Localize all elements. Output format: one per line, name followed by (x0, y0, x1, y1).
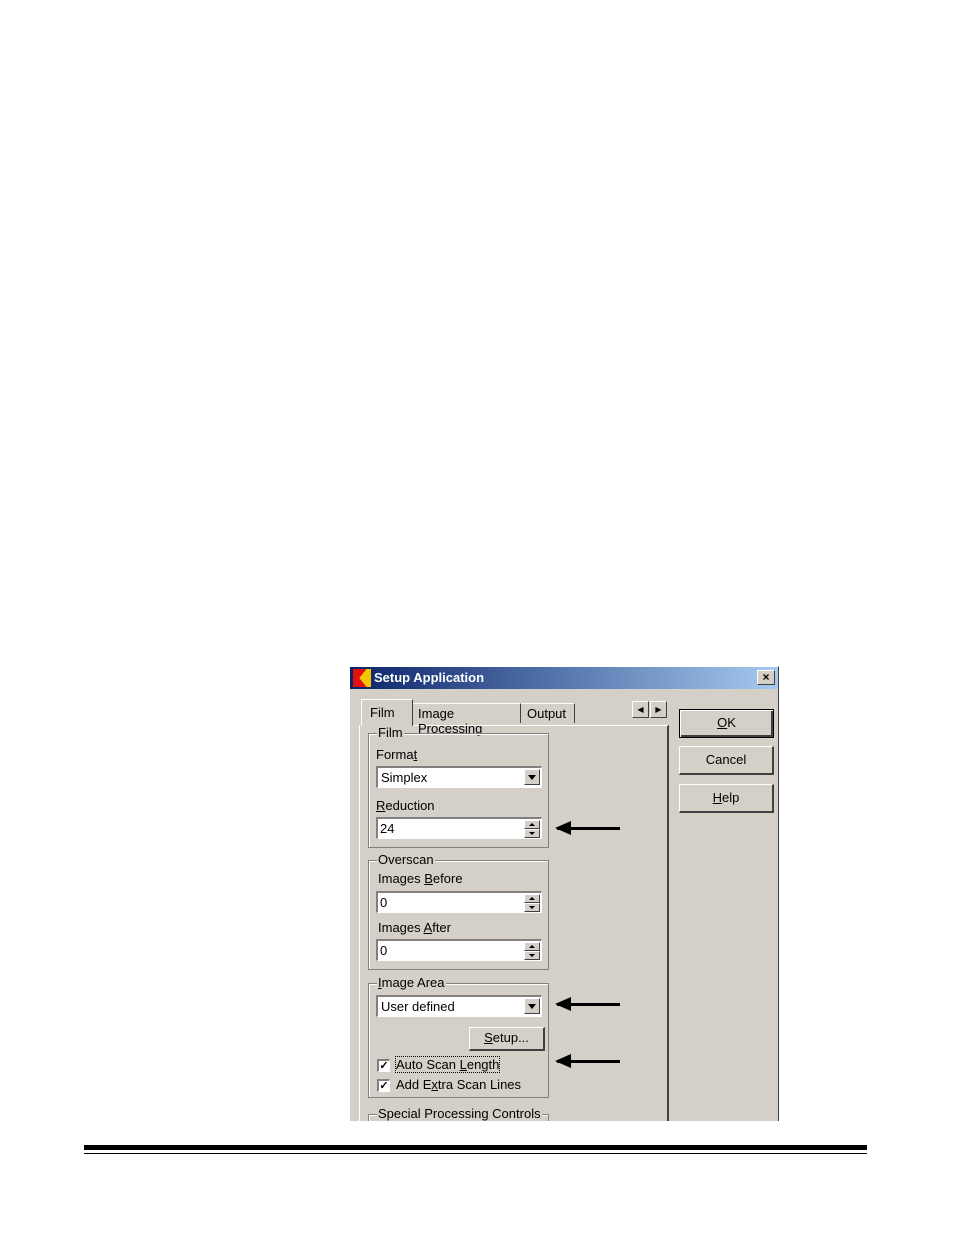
ok-button[interactable]: OK (679, 709, 774, 738)
film-groupbox: Film Format Simplex Reduction 24 (368, 725, 549, 848)
tab-scroll-left-icon[interactable]: ◀ (632, 701, 649, 718)
tab-image-processing[interactable]: Image Processing (413, 703, 521, 736)
spin-up-icon[interactable] (524, 894, 540, 903)
add-extra-scan-lines-label[interactable]: Add Extra Scan Lines (396, 1077, 521, 1092)
footer-rule-thin (84, 1153, 867, 1154)
format-label: Format (376, 747, 418, 762)
auto-scan-length-label[interactable]: Auto Scan Length (394, 1056, 501, 1073)
spin-down-icon[interactable] (524, 903, 540, 912)
reduction-spinner[interactable]: 24 (376, 817, 542, 839)
spin-down-icon[interactable] (524, 829, 540, 838)
setup-button[interactable]: Setup... (469, 1027, 545, 1051)
title-bar[interactable]: Setup Application × (350, 667, 778, 689)
kodak-logo-icon (353, 669, 371, 687)
overscan-group-title: Overscan (377, 852, 435, 867)
images-before-label: Images Before (378, 871, 463, 886)
chevron-down-icon[interactable] (524, 998, 540, 1014)
callout-arrow-image-area (555, 997, 620, 1011)
chevron-down-icon[interactable] (524, 769, 540, 785)
images-before-spinner[interactable]: 0 (376, 891, 542, 913)
auto-scan-length-checkbox[interactable]: ✓ (377, 1059, 390, 1072)
footer-rule-thick (84, 1145, 867, 1150)
tab-scroll-right-icon[interactable]: ▶ (650, 701, 667, 718)
cancel-button[interactable]: Cancel (679, 746, 774, 775)
callout-arrow-reduction (555, 821, 620, 835)
close-button[interactable]: × (757, 670, 775, 685)
reduction-label: Reduction (376, 798, 435, 813)
window-title: Setup Application (374, 670, 485, 685)
image-area-group-title: Image Area (377, 975, 446, 990)
images-after-label: Images After (378, 920, 451, 935)
image-area-groupbox: Image Area User defined Setup... ✓ Auto … (368, 975, 549, 1098)
special-processing-group-title: Special Processing Controls (377, 1106, 542, 1121)
help-button[interactable]: Help (679, 784, 774, 813)
add-extra-scan-lines-checkbox[interactable]: ✓ (377, 1079, 390, 1092)
images-after-spinner[interactable]: 0 (376, 939, 542, 961)
film-group-title: Film (377, 725, 404, 740)
tab-output[interactable]: Output (521, 703, 575, 723)
setup-application-dialog: Setup Application × Film Image Processin… (349, 666, 779, 1121)
special-processing-groupbox: Special Processing Controls (368, 1106, 549, 1121)
format-dropdown[interactable]: Simplex (376, 766, 542, 788)
spin-up-icon[interactable] (524, 942, 540, 951)
tab-film[interactable]: Film (361, 699, 413, 726)
callout-arrow-auto-scan (555, 1054, 620, 1068)
image-area-dropdown[interactable]: User defined (376, 995, 542, 1017)
spin-down-icon[interactable] (524, 951, 540, 960)
spin-up-icon[interactable] (524, 820, 540, 829)
overscan-groupbox: Overscan Images Before 0 Images After 0 (368, 852, 549, 970)
